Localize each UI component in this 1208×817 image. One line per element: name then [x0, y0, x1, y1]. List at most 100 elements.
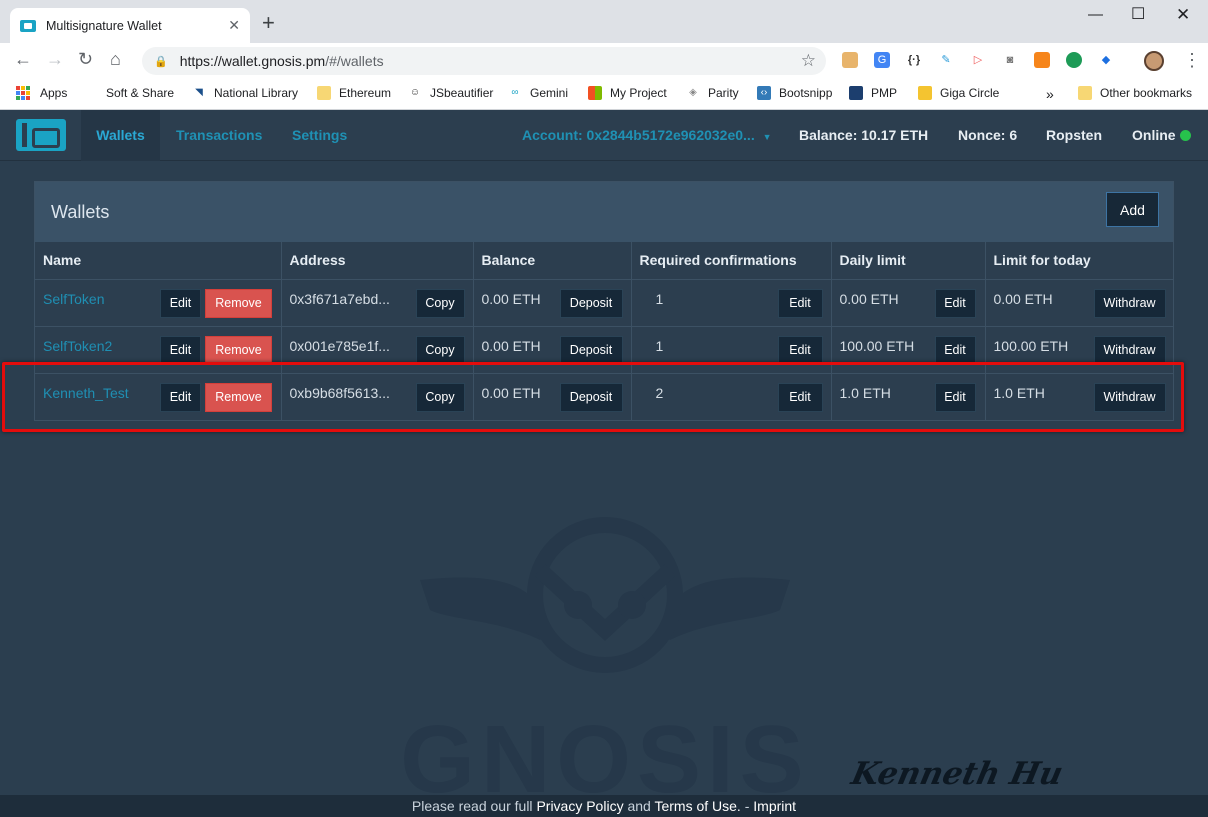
new-tab-icon[interactable]: + [262, 12, 275, 34]
wallet-name-link[interactable]: Kenneth_Test [43, 385, 129, 401]
deposit-button[interactable]: Deposit [559, 335, 623, 365]
bookmark-label: Bootsnipp [779, 86, 833, 100]
tab-close-icon[interactable]: ✕ [228, 17, 240, 34]
bookmark-national-library[interactable]: ◥ National Library [192, 86, 298, 100]
cell-daily-limit: 100.00 ETH Edit [831, 325, 986, 373]
profile-avatar[interactable] [1144, 51, 1164, 71]
highlighter-extension-icon[interactable]: ✎ [938, 52, 954, 68]
bookmark-bootsnipp[interactable]: ‹› Bootsnipp [757, 86, 832, 100]
copy-address-button[interactable]: Copy [415, 335, 465, 365]
camera-extension-icon[interactable]: ◙ [1002, 52, 1018, 68]
address-bar[interactable]: 🔒 https://wallet.gnosis.pm/#/wallets ☆ [142, 47, 826, 75]
wallet-address: 0x001e785e1f... [289, 337, 390, 354]
withdraw-button[interactable]: Withdraw [1093, 335, 1166, 365]
nav-settings[interactable]: Settings [292, 110, 347, 161]
edit-name-button[interactable]: Edit [160, 288, 201, 318]
maximize-icon[interactable]: ☐ [1131, 4, 1145, 24]
online-status: Online [1132, 110, 1191, 161]
daily-limit: 100.00 ETH [839, 337, 915, 354]
wallet-logo-icon[interactable] [16, 119, 66, 151]
video-extension-icon[interactable]: ▷ [970, 52, 986, 68]
browser-menu-icon[interactable]: ⋮ [1183, 50, 1201, 71]
edit-daily-limit-button[interactable]: Edit [934, 288, 976, 318]
withdraw-button[interactable]: Withdraw [1093, 288, 1166, 318]
cell-name: Kenneth_Test Edit Remove [35, 372, 282, 420]
deposit-button[interactable]: Deposit [559, 382, 623, 412]
header-confirmations: Required confirmations [631, 242, 832, 279]
cell-name: SelfToken Edit Remove [35, 278, 282, 326]
edit-daily-limit-button[interactable]: Edit [934, 335, 976, 365]
remove-wallet-button[interactable]: Remove [205, 382, 272, 412]
close-window-icon[interactable]: ✕ [1176, 5, 1190, 25]
imprint-link[interactable]: Imprint [753, 798, 796, 814]
network-display: Ropsten [1046, 127, 1102, 143]
bookmark-pmp[interactable]: PMP [849, 86, 897, 100]
cookie-extension-icon[interactable] [842, 52, 858, 68]
diamond-extension-icon[interactable]: ◆ [1098, 52, 1114, 68]
privacy-policy-link[interactable]: Privacy Policy [536, 798, 623, 814]
edit-name-button[interactable]: Edit [160, 335, 201, 365]
edit-confirmations-button[interactable]: Edit [777, 288, 823, 318]
bookmark-giga-circle[interactable]: Giga Circle [918, 86, 999, 100]
copy-address-button[interactable]: Copy [415, 288, 465, 318]
deposit-button[interactable]: Deposit [559, 288, 623, 318]
giga-circle-icon [918, 86, 932, 100]
remove-wallet-button[interactable]: Remove [205, 288, 272, 318]
url-host: https://wallet.gnosis.pm [179, 53, 326, 69]
bookmark-apps[interactable]: Apps [16, 86, 67, 100]
withdraw-button[interactable]: Withdraw [1093, 382, 1166, 412]
browser-tab[interactable]: Multisignature Wallet ✕ [10, 8, 250, 43]
header-limit-today: Limit for today [993, 252, 1091, 269]
shield-extension-icon[interactable] [1066, 52, 1082, 68]
bookmark-my-project[interactable]: My Project [588, 86, 667, 100]
forward-icon[interactable]: → [46, 50, 64, 68]
cell-limit-today: 100.00 ETH Withdraw [985, 325, 1173, 373]
bookmark-gemini[interactable]: ∞ Gemini [508, 86, 568, 100]
folder-icon [317, 86, 331, 100]
cell-confirmations: 1 Edit [631, 325, 832, 373]
parity-icon: ◈ [689, 87, 697, 98]
bookmark-parity[interactable]: ◈ Parity [686, 86, 739, 100]
limit-today: 1.0 ETH [993, 384, 1045, 401]
apps-grid-icon [16, 86, 30, 100]
nav-wallets[interactable]: Wallets [81, 110, 160, 161]
edit-daily-limit-button[interactable]: Edit [934, 382, 976, 412]
owl-logo-icon [420, 517, 790, 673]
edit-confirmations-button[interactable]: Edit [777, 335, 823, 365]
bookmark-ethereum[interactable]: Ethereum [317, 86, 391, 100]
bookmark-other[interactable]: Other bookmarks [1078, 86, 1192, 100]
remove-wallet-button[interactable]: Remove [205, 335, 272, 365]
copy-address-button[interactable]: Copy [415, 382, 465, 412]
table-row: Kenneth_Test Edit Remove 0xb9b68f5613...… [35, 372, 1173, 420]
cell-daily-limit: 1.0 ETH Edit [831, 372, 986, 420]
nav-transactions[interactable]: Transactions [176, 110, 262, 161]
cell-name: SelfToken2 Edit Remove [35, 325, 282, 373]
bookmark-jsbeautifier[interactable]: ☺ JSbeautifier [408, 86, 493, 100]
bookmark-label: Gemini [530, 86, 569, 100]
translate-extension-icon[interactable]: G [874, 52, 890, 68]
wallet-name-link[interactable]: SelfToken2 [43, 338, 112, 354]
cell-confirmations: 1 Edit [631, 278, 832, 326]
bookmark-star-icon[interactable]: ☆ [801, 51, 816, 71]
add-wallet-button[interactable]: Add [1106, 192, 1159, 227]
bookmark-soft-share[interactable]: Soft & Share [106, 86, 174, 100]
bookmarks-overflow-icon[interactable]: » [1046, 86, 1054, 102]
json-extension-icon[interactable]: {·} [906, 52, 922, 68]
wallet-name-link[interactable]: SelfToken [43, 291, 104, 307]
bookmark-label: My Project [610, 86, 667, 100]
url-path: /#/wallets [325, 53, 384, 69]
metamask-extension-icon[interactable] [1034, 52, 1050, 68]
terms-of-use-link[interactable]: Terms of Use. [654, 798, 740, 814]
browser-toolbar: ← → ↻ ⌂ 🔒 https://wallet.gnosis.pm/#/wal… [0, 43, 1208, 79]
back-icon[interactable]: ← [14, 50, 32, 68]
account-dropdown[interactable]: Account: 0x2844b5172e962032e0... ▼ [522, 110, 772, 161]
edit-name-button[interactable]: Edit [160, 382, 201, 412]
bookmark-label: Ethereum [339, 86, 392, 100]
minimize-icon[interactable]: — [1088, 6, 1103, 23]
edit-confirmations-button[interactable]: Edit [777, 382, 823, 412]
home-icon[interactable]: ⌂ [110, 50, 121, 68]
header-daily-limit: Daily limit [831, 242, 986, 279]
footer-separator: - [740, 798, 754, 814]
wallet-balance: 0.00 ETH [481, 337, 541, 354]
reload-icon[interactable]: ↻ [78, 50, 93, 68]
